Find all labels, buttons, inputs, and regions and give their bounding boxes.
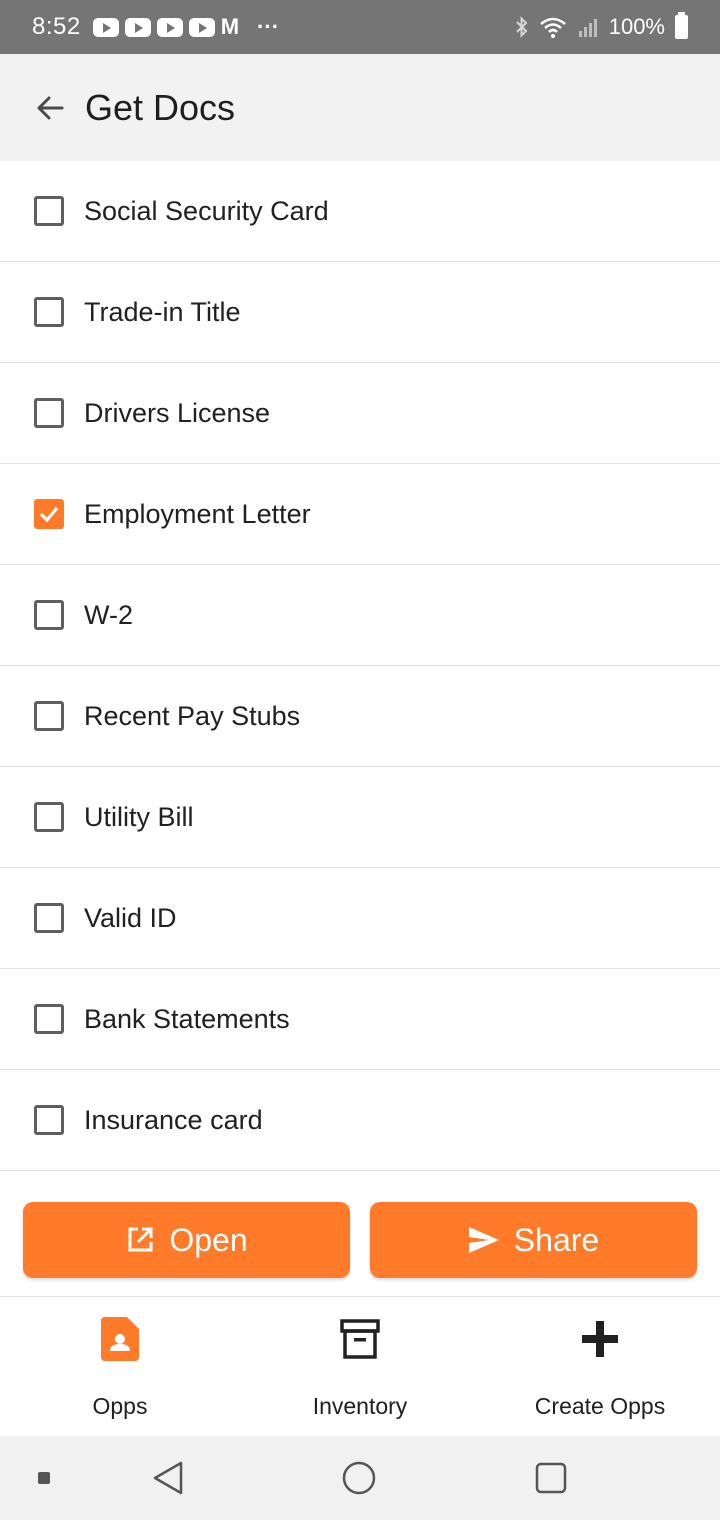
- document-label: Utility Bill: [84, 801, 194, 832]
- checkbox[interactable]: [34, 196, 64, 226]
- document-row-trade-in-title[interactable]: Trade-in Title: [0, 262, 720, 363]
- document-row-utility-bill[interactable]: Utility Bill: [0, 767, 720, 868]
- open-external-icon: [128, 1227, 153, 1252]
- nav-item-opps[interactable]: Opps: [0, 1297, 240, 1436]
- youtube-icon: [124, 17, 151, 37]
- document-row-bank-statements[interactable]: Bank Statements: [0, 969, 720, 1070]
- more-dots-icon: ···: [257, 14, 280, 39]
- checkbox[interactable]: [34, 297, 64, 327]
- document-row-insurance-card[interactable]: Insurance card: [0, 1070, 720, 1171]
- checkbox[interactable]: [34, 1004, 64, 1034]
- status-time: 8:52: [32, 13, 81, 40]
- status-bar: 8:52 M ··· 100%: [0, 0, 720, 54]
- youtube-icon: [156, 17, 183, 37]
- system-home-icon[interactable]: [342, 1461, 376, 1495]
- nav-label-create-opps: Create Opps: [534, 1393, 666, 1419]
- bluetooth-icon: [516, 16, 528, 38]
- send-icon: [468, 1227, 499, 1253]
- document-label: Employment Letter: [84, 498, 311, 529]
- nav-label-opps: Opps: [92, 1393, 148, 1419]
- document-row-drivers-license[interactable]: Drivers License: [0, 363, 720, 464]
- check-icon: [39, 506, 59, 523]
- gmail-icon: M: [220, 14, 240, 39]
- notification-icons: M ···: [92, 14, 280, 40]
- battery-icon: [675, 12, 688, 39]
- nav-item-create-opps[interactable]: Create Opps: [480, 1297, 720, 1436]
- youtube-icon: [92, 17, 119, 37]
- arrow-back-icon: [37, 96, 64, 119]
- back-button[interactable]: [30, 88, 70, 128]
- system-back-icon[interactable]: [152, 1461, 184, 1495]
- document-row-w-2[interactable]: W-2: [0, 565, 720, 666]
- nav-label-inventory: Inventory: [312, 1393, 408, 1419]
- nav-item-inventory[interactable]: Inventory: [240, 1297, 480, 1436]
- system-recents-icon[interactable]: [535, 1462, 567, 1494]
- checkbox[interactable]: [34, 600, 64, 630]
- document-label: Drivers License: [84, 397, 271, 428]
- checkbox[interactable]: [34, 1105, 64, 1135]
- checkbox[interactable]: [34, 802, 64, 832]
- open-button[interactable]: Open: [23, 1202, 350, 1278]
- signal-icon: [578, 19, 597, 37]
- document-label: Social Security Card: [84, 195, 329, 226]
- checkbox[interactable]: [34, 903, 64, 933]
- square-dot-icon[interactable]: [38, 1472, 50, 1484]
- checkbox[interactable]: [34, 701, 64, 731]
- action-buttons: Open Share: [23, 1202, 697, 1278]
- checkbox-checked[interactable]: [34, 499, 64, 529]
- document-checklist: Social Security Card Trade-in Title Driv…: [0, 161, 720, 1171]
- document-row-recent-pay-stubs[interactable]: Recent Pay Stubs: [0, 666, 720, 767]
- page-title: Get Docs: [85, 86, 236, 128]
- battery-percent: 100%: [608, 14, 665, 39]
- system-navigation-bar: [0, 1436, 720, 1520]
- document-label: Insurance card: [84, 1104, 263, 1135]
- share-button[interactable]: Share: [370, 1202, 697, 1278]
- open-button-label: Open: [169, 1221, 248, 1258]
- contact-document-icon: [101, 1317, 139, 1361]
- document-label: Trade-in Title: [84, 296, 241, 327]
- app-bar: Get Docs: [0, 54, 720, 161]
- document-row-social-security-card[interactable]: Social Security Card: [0, 161, 720, 262]
- document-label: Recent Pay Stubs: [84, 700, 301, 731]
- bottom-navigation: Opps Inventory Create Opps: [0, 1296, 720, 1436]
- plus-icon: [582, 1321, 618, 1357]
- checkbox[interactable]: [34, 398, 64, 428]
- wifi-icon: [539, 17, 566, 38]
- document-label: Bank Statements: [84, 1003, 290, 1034]
- document-label: W-2: [84, 599, 134, 630]
- archive-box-icon: [340, 1319, 380, 1359]
- share-button-label: Share: [513, 1221, 600, 1258]
- youtube-icon: [188, 17, 215, 37]
- document-row-employment-letter[interactable]: Employment Letter: [0, 464, 720, 565]
- document-row-valid-id[interactable]: Valid ID: [0, 868, 720, 969]
- document-label: Valid ID: [84, 902, 177, 933]
